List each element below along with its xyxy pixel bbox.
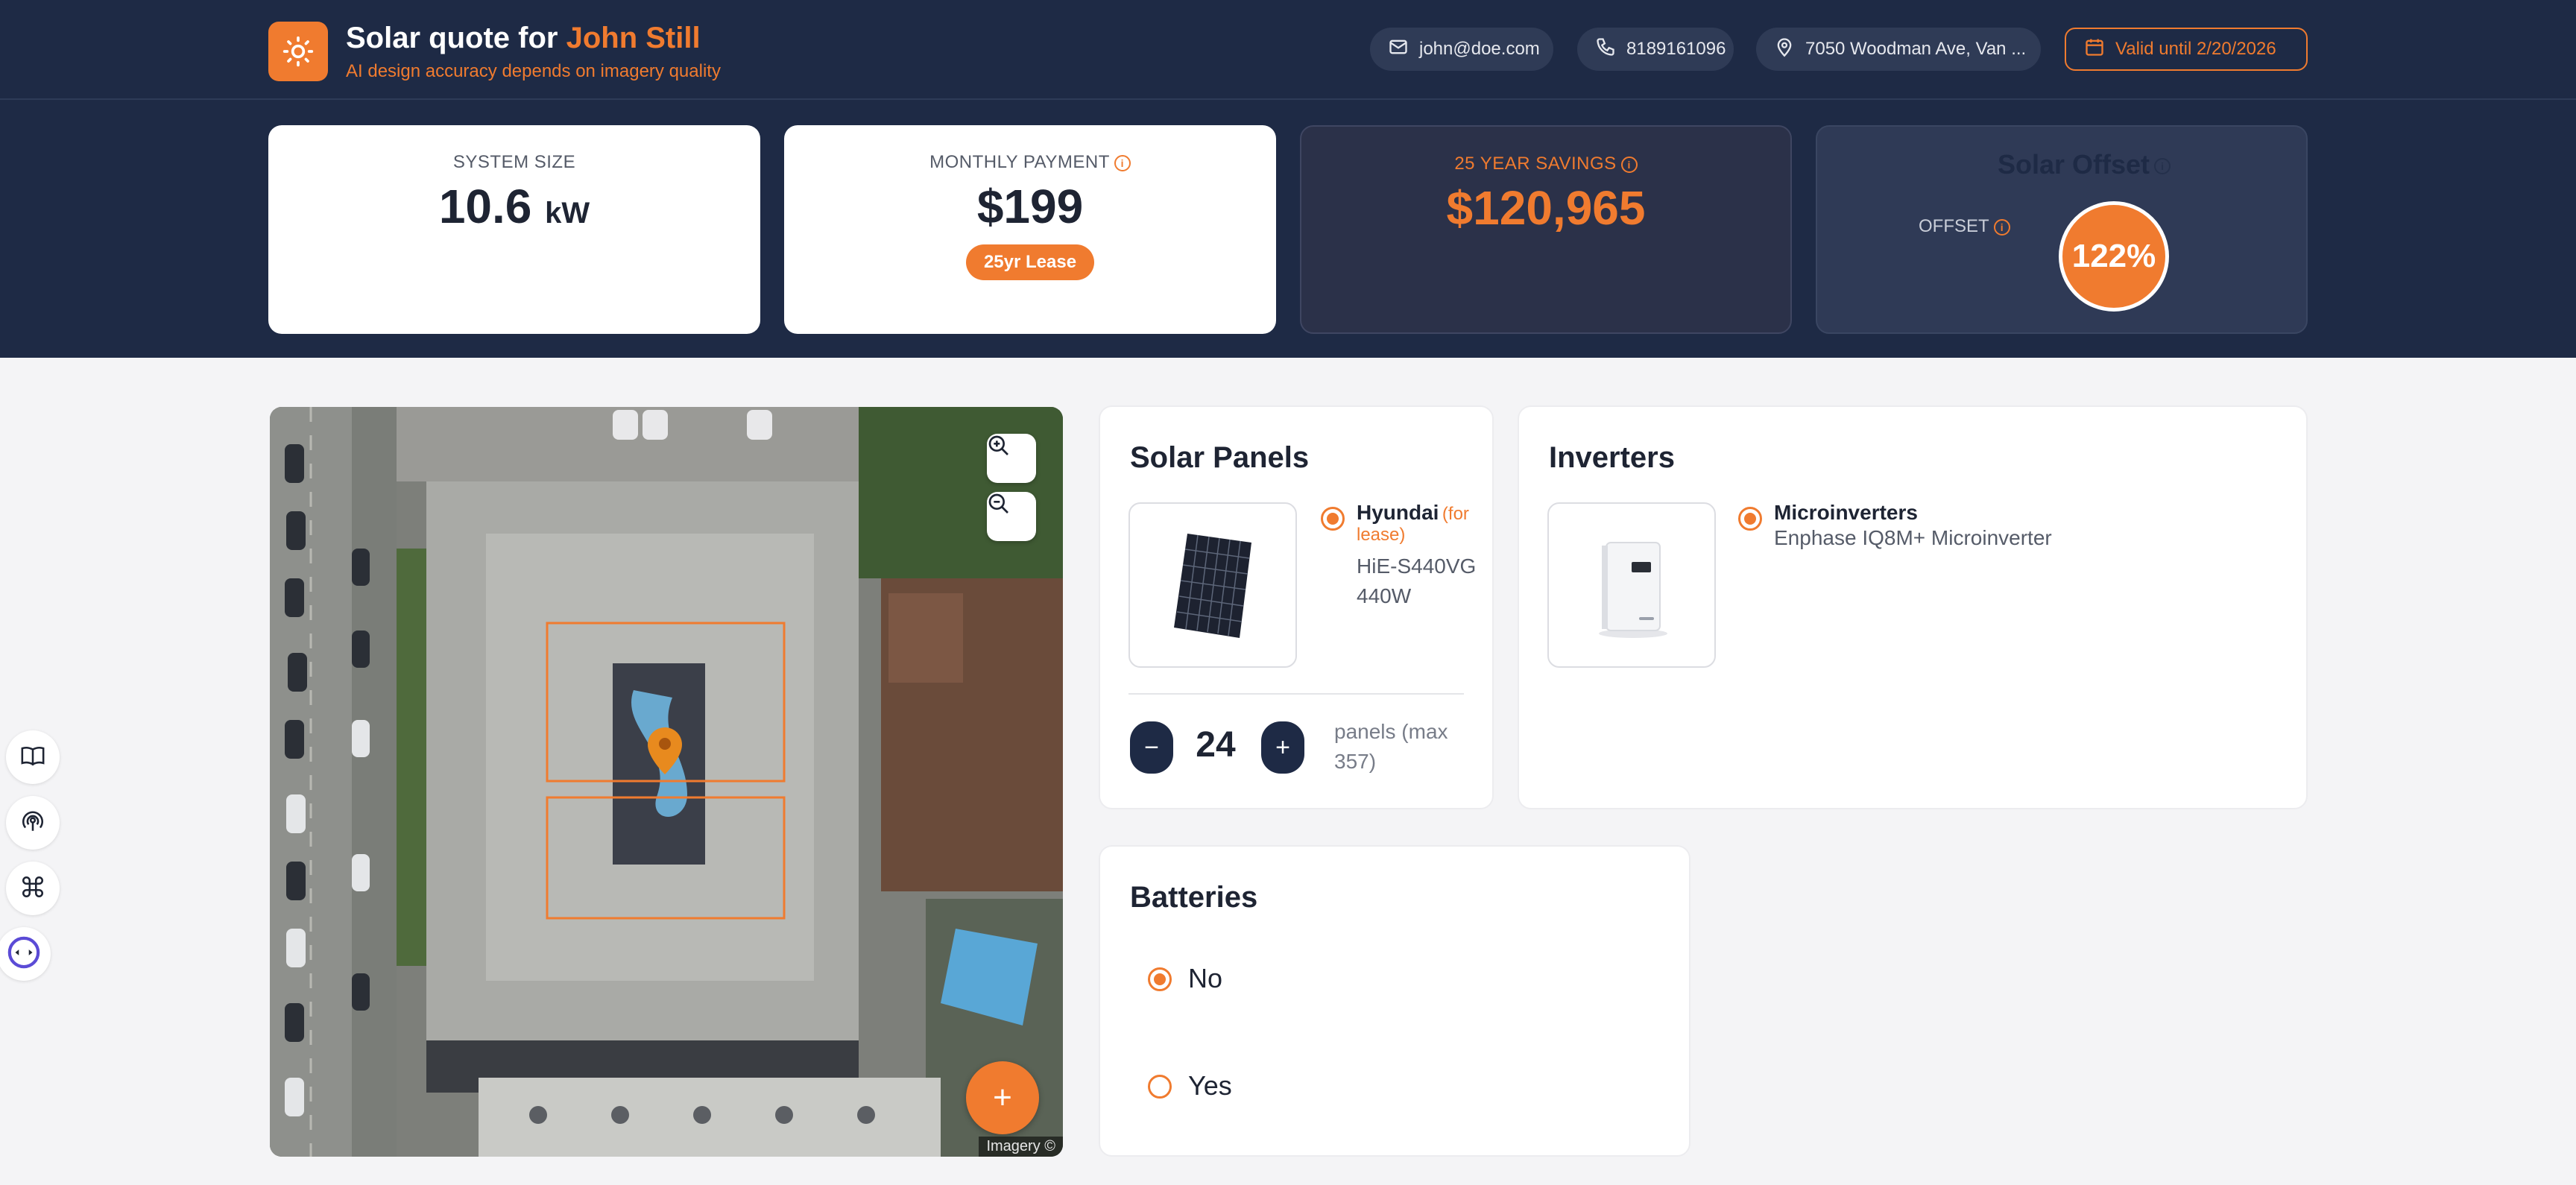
- savings-label: 25 YEAR SAVINGS i: [1301, 154, 1790, 174]
- broadcast-icon: [20, 809, 45, 838]
- customer-name: John Still: [566, 22, 701, 54]
- brand: Solar quote for John Still AI design acc…: [268, 20, 721, 83]
- info-icon[interactable]: i: [2154, 158, 2171, 175]
- batteries-title: Batteries: [1130, 881, 1258, 914]
- panel-quantity: 24: [1196, 725, 1236, 765]
- zoom-in-button[interactable]: [987, 434, 1036, 483]
- mail-icon: [1388, 37, 1409, 63]
- inverter-image: [1547, 502, 1716, 668]
- assistant-icon: [7, 935, 41, 973]
- rail-broadcast-button[interactable]: [6, 796, 60, 850]
- phone-text: 8189161096: [1626, 39, 1726, 59]
- top-header: Solar quote for John Still AI design acc…: [0, 0, 2576, 100]
- offset-label-text: OFFSET: [1919, 216, 1989, 236]
- decrease-panels-button[interactable]: −: [1130, 721, 1173, 774]
- offset-percent-badge: 122%: [2059, 201, 2169, 312]
- page-subtitle: AI design accuracy depends on imagery qu…: [346, 61, 721, 81]
- panel-brand: Hyundai: [1357, 501, 1439, 524]
- title-prefix: Solar quote for: [346, 22, 558, 54]
- savings-value: $120,965: [1446, 181, 1646, 235]
- divider: [1128, 693, 1464, 695]
- inverter-model: Enphase IQ8M+ Microinverter: [1774, 526, 2052, 549]
- lease-term-badge: 25yr Lease: [966, 244, 1094, 280]
- inverter-radio[interactable]: [1738, 507, 1762, 531]
- satellite-imagery: [270, 407, 1063, 1157]
- address-text: 7050 Woodman Ave, Van ...: [1805, 39, 2027, 59]
- book-icon: [20, 743, 45, 772]
- solar-panel-image: [1128, 502, 1297, 668]
- inverter-type: Microinverters: [1774, 501, 1918, 524]
- savings-label-text: 25 YEAR SAVINGS: [1454, 154, 1617, 174]
- map-pin-icon: [1774, 37, 1795, 63]
- solar-offset-title-text: Solar Offset: [1997, 149, 2150, 180]
- battery-no-label: No: [1188, 963, 1223, 993]
- panel-radio[interactable]: [1321, 507, 1345, 531]
- add-segment-button[interactable]: +: [966, 1061, 1039, 1134]
- map-attribution: Imagery ©: [979, 1137, 1063, 1157]
- address-pill[interactable]: 7050 Woodman Ave, Van ...: [1756, 28, 2041, 71]
- solar-panel-icon: [1174, 534, 1251, 638]
- sun-icon: [268, 22, 328, 81]
- rail-book-button[interactable]: [6, 730, 60, 784]
- offset-label: OFFSET i: [1919, 216, 2010, 237]
- solar-panels-title: Solar Panels: [1130, 441, 1310, 474]
- increase-panels-button[interactable]: +: [1261, 721, 1304, 774]
- monthly-payment-label: MONTHLY PAYMENT i: [784, 152, 1276, 173]
- system-size-label: SYSTEM SIZE: [452, 152, 576, 172]
- calendar-icon: [2084, 37, 2105, 63]
- batteries-card: Batteries: [1099, 845, 1690, 1157]
- rail-command-button[interactable]: [6, 862, 60, 915]
- solar-offset-card: Solar Offset i OFFSET i 122%: [1816, 125, 2308, 334]
- info-icon[interactable]: i: [1620, 156, 1638, 173]
- system-size-number: 10.6: [438, 180, 532, 233]
- phone-pill[interactable]: 8189161096: [1577, 28, 1734, 71]
- email-text: john@doe.com: [1419, 39, 1540, 59]
- system-size-card: SYSTEM SIZE 10.6 kW: [268, 125, 760, 334]
- panel-details: Hyundai (for lease) HiE-S440VG 440W: [1357, 501, 1491, 611]
- valid-until-text: Valid until 2/20/2026: [2115, 39, 2276, 59]
- page-title: Solar quote for John Still: [346, 20, 721, 56]
- zoom-out-button[interactable]: [987, 492, 1036, 541]
- monthly-payment-value: $199: [976, 180, 1084, 233]
- roof-map[interactable]: + Imagery ©: [270, 407, 1063, 1157]
- valid-until-badge: Valid until 2/20/2026: [2065, 28, 2308, 71]
- system-size-unit: kW: [545, 197, 590, 230]
- panel-max-note: panels (max 357): [1334, 720, 1448, 773]
- phone-icon: [1595, 37, 1616, 63]
- battery-yes-radio[interactable]: [1148, 1075, 1172, 1099]
- monthly-payment-card: MONTHLY PAYMENT i $199 25yr Lease: [784, 125, 1276, 334]
- inverter-icon: [1599, 542, 1667, 638]
- rail-assistant-button[interactable]: [0, 927, 51, 981]
- solar-offset-title: Solar Offset i: [1817, 149, 2306, 180]
- email-pill[interactable]: john@doe.com: [1370, 28, 1553, 71]
- info-icon[interactable]: i: [1114, 154, 1131, 171]
- savings-card: 25 YEAR SAVINGS i $120,965: [1300, 125, 1792, 334]
- panel-model: HiE-S440VG 440W: [1357, 554, 1477, 607]
- system-size-value: 10.6 kW: [268, 179, 760, 234]
- battery-yes-label: Yes: [1188, 1070, 1232, 1101]
- monthly-payment-label-text: MONTHLY PAYMENT: [929, 152, 1110, 172]
- command-icon: [20, 874, 45, 903]
- info-icon[interactable]: i: [1993, 218, 2010, 236]
- inverter-details: Microinverters Enphase IQ8M+ Microinvert…: [1774, 501, 2251, 552]
- battery-no-radio[interactable]: [1148, 967, 1172, 991]
- inverters-title: Inverters: [1549, 441, 1675, 474]
